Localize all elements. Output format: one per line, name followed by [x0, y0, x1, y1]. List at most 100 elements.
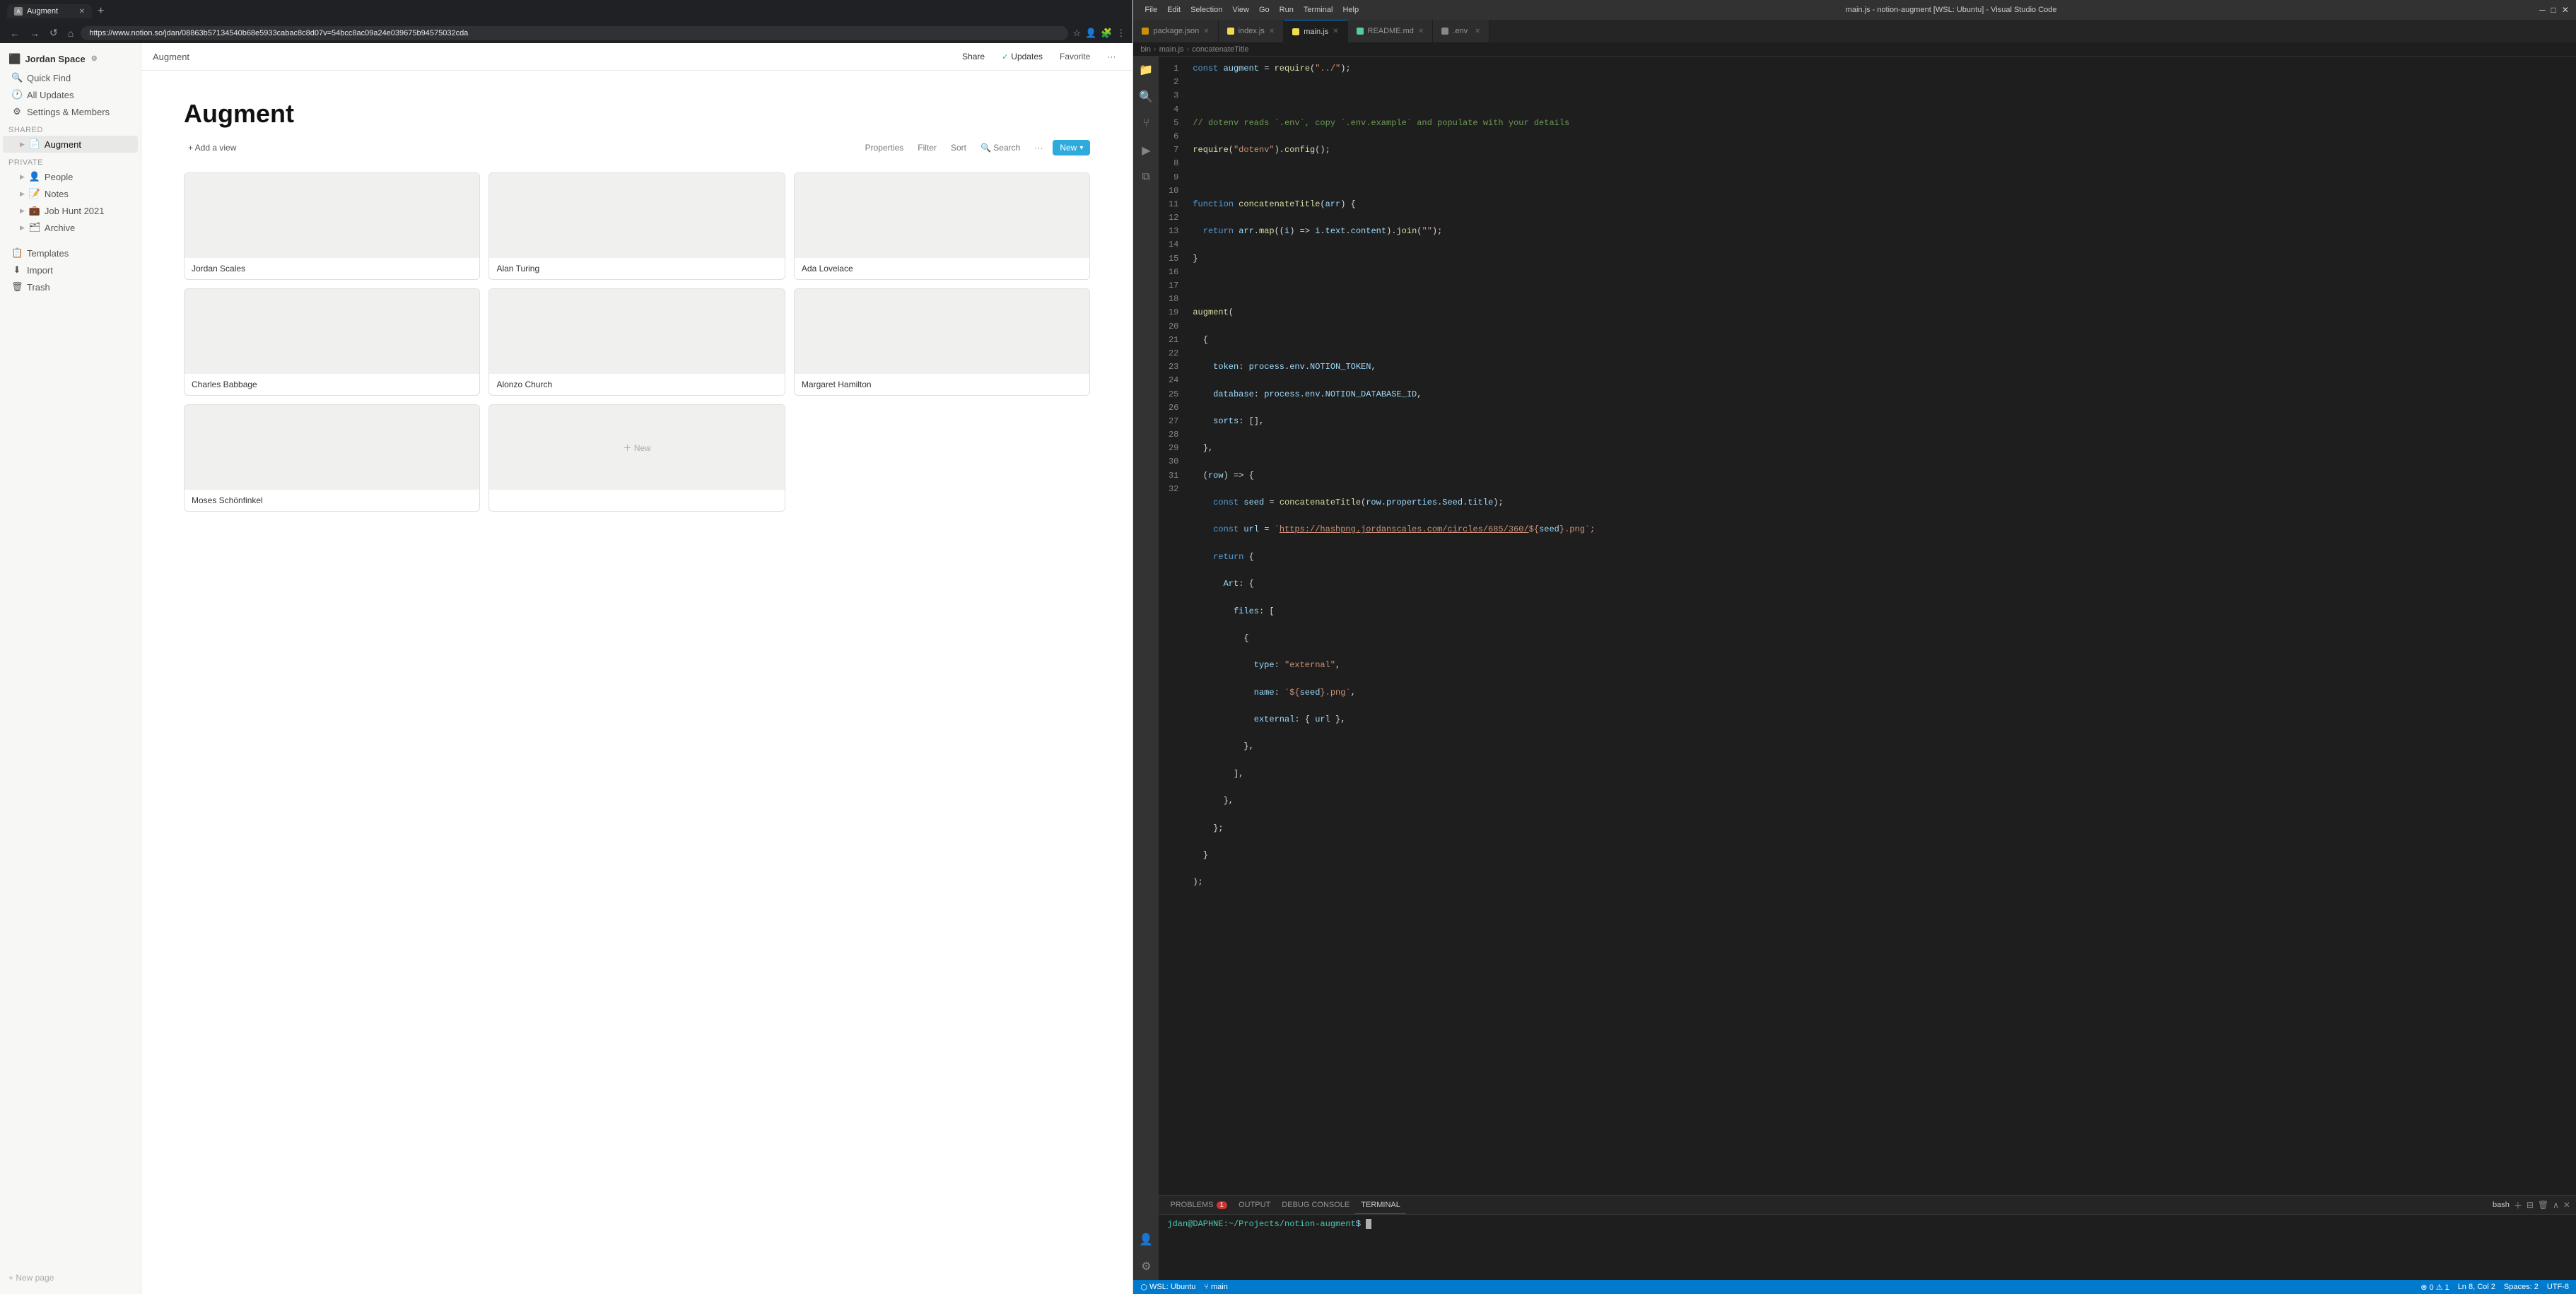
code-content: const augment = require("../"); // doten… — [1187, 57, 2576, 1195]
sidebar-item-settings[interactable]: ⚙ Settings & Members — [3, 103, 138, 120]
new-page-area[interactable]: + New page — [0, 1266, 141, 1288]
sort-button[interactable]: Sort — [947, 141, 971, 155]
breadcrumb-function[interactable]: concatenateTitle — [1192, 45, 1248, 54]
notion-topbar: Augment Share ✓ Updates Favorite ··· — [141, 43, 1132, 71]
breadcrumb-bin[interactable]: bin — [1140, 45, 1151, 54]
tab-readme[interactable]: README.md ✕ — [1348, 20, 1434, 42]
maximize-button[interactable]: □ — [2551, 5, 2556, 15]
sidebar-item-notes[interactable]: ▶ 📝 Notes — [3, 185, 138, 202]
code-editor[interactable]: 12345 678910 1112131415 1617181920 21222… — [1159, 57, 2576, 1195]
menu-help[interactable]: Help — [1338, 4, 1363, 16]
more-button[interactable]: ··· — [1101, 49, 1121, 64]
refresh-button[interactable]: ↺ — [47, 25, 61, 40]
home-button[interactable]: ⌂ — [65, 26, 76, 40]
tab-close-icon[interactable]: ✕ — [1418, 28, 1424, 35]
tab-close-icon[interactable]: ✕ — [1333, 28, 1338, 35]
breadcrumb-mainjs[interactable]: main.js — [1159, 45, 1184, 54]
status-line-col[interactable]: Ln 8, Col 2 — [2458, 1283, 2495, 1291]
gallery-toolbar: + Add a view Properties Filter Sort 🔍 Se… — [184, 140, 1090, 161]
terminal-split-icon[interactable]: ⊟ — [2527, 1200, 2534, 1210]
tab-output[interactable]: OUTPUT — [1233, 1196, 1276, 1214]
gallery-card-5[interactable]: Margaret Hamilton — [794, 288, 1090, 396]
back-button[interactable]: ← — [7, 26, 23, 40]
terminal-content[interactable]: jdan@DAPHNE:~/Projects/notion-augment$ — [1159, 1215, 2576, 1280]
terminal-trash-icon[interactable]: 🗑 — [2538, 1200, 2548, 1210]
tab-main-js[interactable]: main.js ✕ — [1284, 20, 1347, 42]
notion-main: Augment Share ✓ Updates Favorite ··· Aug… — [141, 43, 1132, 1294]
menu-file[interactable]: File — [1140, 4, 1161, 16]
more-options-button[interactable]: ··· — [1030, 141, 1047, 155]
terminal-tabs: PROBLEMS 1 OUTPUT DEBUG CONSOLE TERMINAL… — [1159, 1196, 2576, 1215]
tab-index-js[interactable]: index.js ✕ — [1219, 20, 1284, 42]
sidebar-item-import[interactable]: ⬇ Import — [3, 261, 138, 278]
gallery-card-6[interactable]: Moses Schönfinkel — [184, 404, 480, 512]
new-tab-button[interactable]: + — [95, 5, 107, 18]
minimize-button[interactable]: ─ — [2539, 5, 2546, 15]
tab-close-icon[interactable]: ✕ — [1269, 28, 1275, 35]
workspace-name[interactable]: ⬛ Jordan Space ⚙ — [0, 49, 141, 69]
terminal-close-icon[interactable]: ✕ — [2563, 1200, 2570, 1210]
sidebar-item-templates[interactable]: 📋 Templates — [3, 245, 138, 261]
tab-package-json[interactable]: package.json ✕ — [1133, 20, 1218, 42]
tab-close-icon[interactable]: ✕ — [1203, 28, 1209, 35]
sidebar-item-trash[interactable]: 🗑 Trash — [3, 278, 138, 295]
tab-env[interactable]: .env ✕ — [1433, 20, 1489, 42]
status-wsl[interactable]: ⬡ WSL: Ubuntu — [1140, 1283, 1195, 1292]
sidebar-item-augment[interactable]: ▶ 📄 Augment — [3, 136, 138, 153]
tab-problems[interactable]: PROBLEMS 1 — [1164, 1196, 1233, 1214]
sidebar-item-archive[interactable]: ▶ 🗂 Archive — [3, 219, 138, 236]
tab-close-icon[interactable]: ✕ — [1475, 28, 1480, 35]
workspace-expand[interactable]: ⚙ — [91, 55, 98, 63]
terminal-chevron-icon[interactable]: ∧ — [2553, 1200, 2559, 1210]
sidebar-item-all-updates[interactable]: 🕐 All Updates — [3, 86, 138, 103]
sidebar-item-quick-find[interactable]: 🔍 Quick Find — [3, 69, 138, 86]
updates-button[interactable]: ✓ Updates — [996, 49, 1048, 64]
properties-button[interactable]: Properties — [861, 141, 908, 155]
line-numbers: 12345 678910 1112131415 1617181920 21222… — [1159, 57, 1187, 1195]
debug-icon[interactable]: ▶ — [1138, 143, 1154, 158]
new-entry-button[interactable]: New ▾ — [1053, 140, 1090, 155]
sidebar-item-people[interactable]: ▶ 👤 People — [3, 168, 138, 185]
menu-terminal[interactable]: Terminal — [1299, 4, 1337, 16]
extensions-icon[interactable]: 🧩 — [1101, 28, 1112, 39]
tab-terminal[interactable]: TERMINAL — [1355, 1196, 1406, 1214]
tab-debug-console[interactable]: DEBUG CONSOLE — [1276, 1196, 1355, 1214]
gallery-card-new[interactable]: ＋ New — [488, 404, 785, 512]
filter-button[interactable]: Filter — [913, 141, 941, 155]
close-button[interactable]: ✕ — [2562, 5, 2569, 15]
profile-icon[interactable]: 👤 — [1085, 28, 1096, 39]
gallery-card-3[interactable]: Charles Babbage — [184, 288, 480, 396]
gallery-card-0[interactable]: Jordan Scales — [184, 172, 480, 280]
search-icon[interactable]: 🔍 — [1138, 89, 1154, 105]
status-git[interactable]: ⑂ main — [1204, 1283, 1227, 1291]
search-button[interactable]: 🔍 Search — [976, 141, 1024, 155]
bookmark-icon[interactable]: ☆ — [1072, 28, 1081, 39]
gallery-card-2[interactable]: Ada Lovelace — [794, 172, 1090, 280]
forward-button[interactable]: → — [27, 26, 42, 40]
gallery-card-1[interactable]: Alan Turing — [488, 172, 785, 280]
sidebar-item-job-hunt[interactable]: ▶ 💼 Job Hunt 2021 — [3, 202, 138, 219]
menu-icon[interactable]: ⋮ — [1116, 28, 1125, 39]
git-icon[interactable]: ⑂ — [1138, 116, 1154, 131]
menu-run[interactable]: Run — [1275, 4, 1298, 16]
extensions-icon[interactable]: ⧉ — [1138, 170, 1154, 185]
browser-tab-active[interactable]: A Augment ✕ — [7, 4, 92, 18]
add-view-button[interactable]: + Add a view — [184, 141, 240, 155]
gear-settings-icon[interactable]: ⚙ — [1138, 1259, 1154, 1274]
env-file-icon — [1441, 28, 1448, 35]
terminal-add-icon[interactable]: ＋ — [2514, 1199, 2522, 1211]
menu-view[interactable]: View — [1228, 4, 1253, 16]
accounts-icon[interactable]: 👤 — [1138, 1232, 1154, 1247]
status-errors[interactable]: ⊗ 0 ⚠ 1 — [2420, 1283, 2449, 1292]
menu-selection[interactable]: Selection — [1186, 4, 1226, 16]
menu-go[interactable]: Go — [1255, 4, 1274, 16]
gallery-card-4[interactable]: Alonzo Church — [488, 288, 785, 396]
menu-edit[interactable]: Edit — [1163, 4, 1185, 16]
status-spaces[interactable]: Spaces: 2 — [2504, 1283, 2539, 1291]
address-input[interactable] — [81, 26, 1068, 40]
favorite-button[interactable]: Favorite — [1054, 49, 1096, 64]
explorer-icon[interactable]: 📁 — [1138, 62, 1154, 78]
share-button[interactable]: Share — [956, 49, 990, 64]
tab-close-btn[interactable]: ✕ — [79, 8, 85, 16]
status-encoding[interactable]: UTF-8 — [2547, 1283, 2569, 1291]
